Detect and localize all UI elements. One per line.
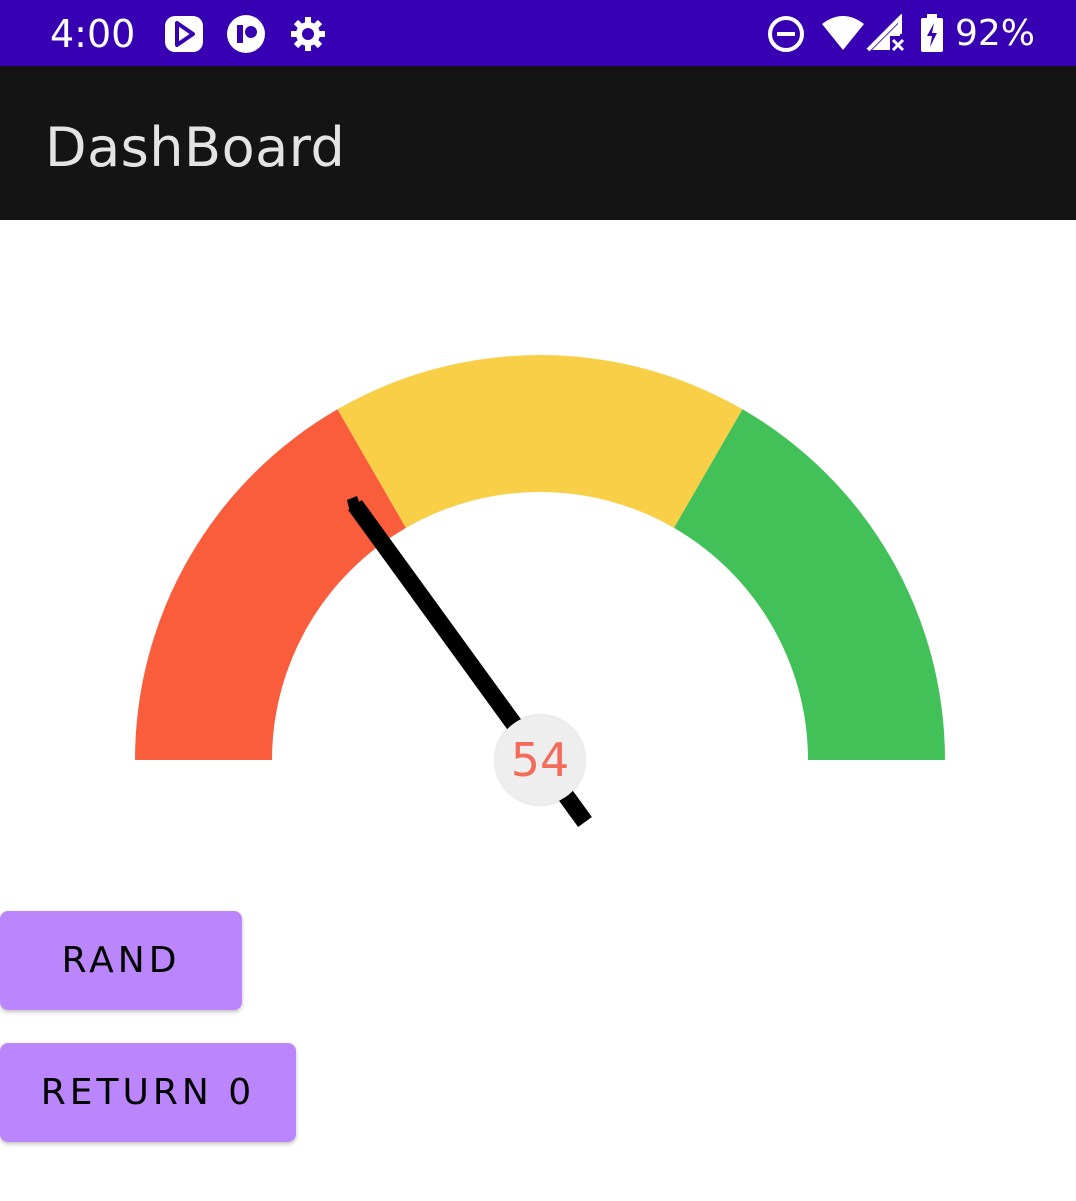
gauge-segment-red [135,409,406,760]
play-store-icon [163,14,205,59]
dashboard-screen: 4:00 92% DashBoard 54 RAND RETURN 0 [0,0,1076,1201]
status-time: 4:00 [50,12,136,56]
status-bar: 4:00 92% [0,0,1076,66]
battery-charging-icon [918,14,946,59]
do-not-disturb-icon [766,14,806,59]
gauge: 54 [0,220,1076,880]
gauge-segment-yellow [337,355,743,528]
app-bar: DashBoard [0,66,1076,220]
signal-icon [866,13,906,59]
page-title: DashBoard [45,116,346,179]
gauge-segment-green [674,409,945,760]
rand-button[interactable]: RAND [0,911,242,1010]
wifi-icon [820,14,866,59]
battery-percentage: 92% [955,13,1036,54]
settings-gear-icon [288,14,328,59]
return-zero-button[interactable]: RETURN 0 [0,1043,296,1142]
gauge-value: 54 [495,715,585,805]
app-icon [226,14,266,59]
